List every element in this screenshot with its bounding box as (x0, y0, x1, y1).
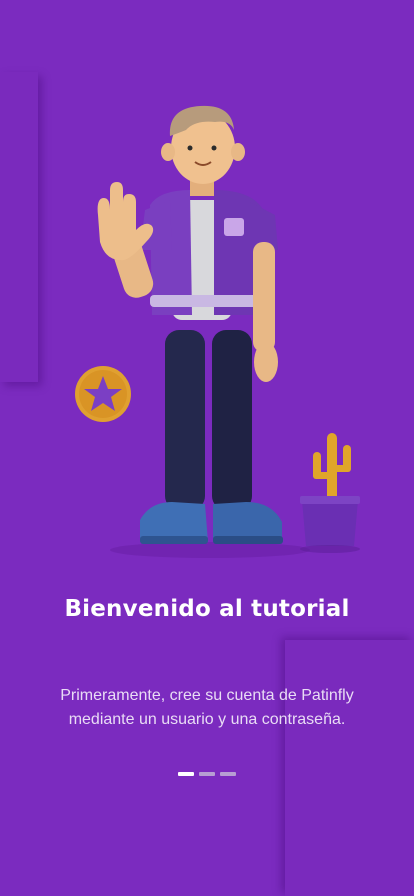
page-indicator-dot-1[interactable] (178, 772, 194, 776)
decorative-panel-right (285, 640, 414, 896)
waving-character (97, 105, 283, 544)
page-indicator (0, 772, 414, 776)
tutorial-description: Primeramente, cree su cuenta de Patinfly… (60, 687, 354, 728)
page-indicator-dot-2[interactable] (199, 772, 215, 776)
tutorial-screen: Bienvenido al tutorial Primeramente, cre… (0, 0, 414, 896)
cactus-plant-icon (300, 433, 360, 553)
star-badge-icon (75, 366, 131, 422)
page-indicator-dot-3[interactable] (220, 772, 236, 776)
tutorial-illustration (75, 105, 360, 558)
tutorial-title: Bienvenido al tutorial (64, 596, 350, 622)
